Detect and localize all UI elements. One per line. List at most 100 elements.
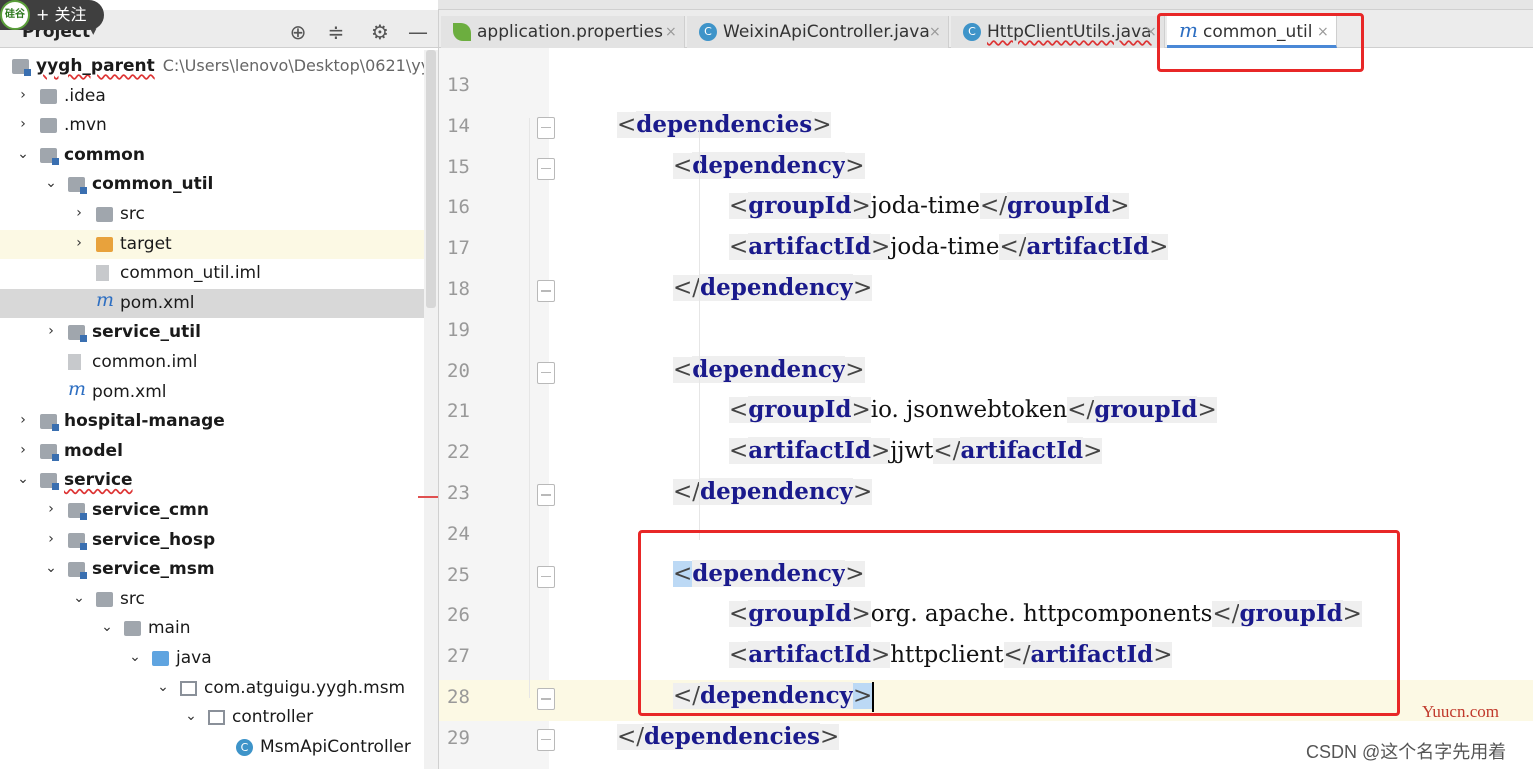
close-icon[interactable]: × bbox=[929, 16, 941, 48]
chevron-right-icon[interactable]: › bbox=[72, 235, 86, 251]
tree-item[interactable]: › hospital-manage bbox=[0, 407, 438, 436]
tree-item-label: service_hosp bbox=[92, 529, 216, 550]
editor-tab[interactable]: C HttpClientUtils.java × bbox=[951, 16, 1165, 48]
tree-item-label: controller bbox=[232, 707, 314, 728]
tree-item[interactable]: ⌄ com.atguigu.yygh.msm bbox=[0, 674, 438, 703]
project-scrollbar-thumb[interactable] bbox=[426, 50, 436, 308]
code-line: <artifactId>joda-time</artifactId> bbox=[729, 233, 1169, 261]
class-icon: C bbox=[236, 738, 253, 756]
tree-item[interactable]: ⌄ common bbox=[0, 141, 438, 170]
folder-icon bbox=[96, 207, 113, 222]
code-line: <dependency> bbox=[673, 151, 865, 179]
fold-marker-icon[interactable] bbox=[537, 361, 555, 384]
tree-item-label: common_util.iml bbox=[120, 263, 261, 284]
line-number: 20 bbox=[447, 359, 470, 382]
editor-tab[interactable]: application.properties × bbox=[441, 16, 685, 48]
annotation-box-dependency bbox=[638, 530, 1400, 716]
class-icon: C bbox=[963, 23, 981, 41]
tree-item[interactable]: ⌄ src bbox=[0, 585, 438, 614]
tree-item[interactable]: common.iml bbox=[0, 348, 438, 377]
tree-item[interactable]: › src bbox=[0, 200, 438, 229]
tree-item-label: common.iml bbox=[92, 352, 198, 372]
tree-item[interactable]: ⌄ main bbox=[0, 614, 438, 643]
code-line: </dependency> bbox=[673, 478, 873, 505]
collapse-all-icon[interactable]: ≑ bbox=[324, 20, 348, 44]
fold-marker-icon[interactable] bbox=[537, 116, 555, 139]
tree-item-label: service_util bbox=[92, 322, 201, 343]
line-number: 23 bbox=[447, 482, 470, 504]
tree-item[interactable]: › target bbox=[0, 229, 438, 259]
indent-guide bbox=[529, 118, 530, 698]
locate-icon[interactable]: ⊕ bbox=[286, 20, 310, 44]
chevron-right-icon[interactable]: › bbox=[16, 442, 30, 458]
hide-panel-icon[interactable]: — bbox=[406, 20, 430, 44]
tree-item[interactable]: C MsmApiController bbox=[0, 733, 438, 762]
line-number: 14 bbox=[447, 114, 470, 137]
module-folder-icon bbox=[68, 503, 87, 520]
chevron-right-icon[interactable]: › bbox=[44, 501, 58, 517]
code-line: <artifactId>jjwt</artifactId> bbox=[729, 437, 1103, 465]
folder-icon bbox=[96, 591, 113, 607]
tree-item[interactable]: ⌄ controller bbox=[0, 703, 438, 732]
chevron-right-icon[interactable]: › bbox=[44, 323, 58, 339]
uploader-avatar[interactable]: 硅谷 bbox=[0, 0, 30, 30]
chevron-down-icon[interactable]: ⌄ bbox=[184, 708, 198, 724]
site-watermark: Yuucn.com bbox=[1422, 702, 1499, 721]
line-number: 29 bbox=[447, 726, 470, 749]
tree-item[interactable]: common_util.iml bbox=[0, 259, 438, 288]
tree-item-label: com.atguigu.yygh.msm bbox=[204, 677, 406, 698]
gear-icon[interactable]: ⚙ bbox=[368, 20, 392, 44]
editor-tab[interactable]: C WeixinApiController.java × bbox=[687, 16, 949, 48]
chevron-down-icon[interactable]: ⌄ bbox=[72, 590, 86, 606]
tree-item[interactable]: ⌄ service_msm bbox=[0, 555, 438, 584]
tree-item-label: main bbox=[148, 618, 191, 639]
code-line: <groupId>io. jsonwebtoken</groupId> bbox=[729, 396, 1217, 424]
chevron-down-icon[interactable]: ⌄ bbox=[44, 175, 58, 191]
module-folder-icon bbox=[40, 443, 59, 461]
tree-item[interactable]: ⌄ common_util bbox=[0, 170, 438, 199]
tree-item[interactable]: m pom.xml bbox=[0, 288, 438, 318]
chevron-down-icon[interactable]: ⌄ bbox=[128, 649, 142, 665]
fold-marker-icon[interactable] bbox=[537, 484, 555, 506]
chevron-down-icon[interactable]: ⌄ bbox=[100, 619, 114, 635]
line-number: 28 bbox=[447, 686, 470, 708]
chevron-down-icon[interactable]: ⌄ bbox=[16, 471, 30, 487]
code-line: <dependency> bbox=[673, 355, 865, 383]
tree-item[interactable]: m pom.xml bbox=[0, 378, 438, 407]
chevron-right-icon[interactable]: › bbox=[16, 412, 30, 428]
tree-item[interactable]: › .idea bbox=[0, 82, 438, 111]
editor-tab-bar: application.properties × C WeixinApiControl… bbox=[439, 10, 1533, 48]
close-icon[interactable]: × bbox=[1145, 16, 1157, 48]
module-folder-icon bbox=[40, 147, 59, 165]
chevron-down-icon[interactable]: ⌄ bbox=[156, 679, 170, 695]
fold-marker-icon[interactable] bbox=[537, 688, 555, 710]
fold-marker-icon[interactable] bbox=[537, 280, 555, 302]
tree-item[interactable]: › service_hosp bbox=[0, 526, 438, 555]
chevron-down-icon[interactable]: ⌄ bbox=[16, 146, 30, 162]
chevron-right-icon[interactable]: › bbox=[16, 87, 30, 103]
line-number: 26 bbox=[447, 604, 470, 627]
package-icon bbox=[180, 680, 197, 696]
fold-marker-icon[interactable] bbox=[537, 157, 555, 180]
package-icon bbox=[208, 710, 225, 726]
editor-tab-label: application.properties bbox=[477, 22, 663, 42]
fold-marker-icon[interactable] bbox=[537, 565, 555, 588]
chevron-right-icon[interactable]: › bbox=[16, 116, 30, 132]
line-number: 18 bbox=[447, 278, 470, 300]
tree-item[interactable]: ⌄ java bbox=[0, 644, 438, 673]
tree-item[interactable]: › service_cmn bbox=[0, 496, 438, 525]
tree-item-label: yygh_parent C:\Users\lenovo\Desktop\0621\… bbox=[36, 56, 441, 76]
tree-item[interactable]: › service_util bbox=[0, 318, 438, 347]
tree-item[interactable]: yygh_parent C:\Users\lenovo\Desktop\0621\… bbox=[0, 52, 441, 81]
project-path: C:\Users\lenovo\Desktop\0621\yyg bbox=[162, 56, 441, 75]
chevron-down-icon[interactable]: ⌄ bbox=[44, 560, 58, 576]
code-line: <groupId>joda-time</groupId> bbox=[729, 192, 1130, 220]
chevron-right-icon[interactable]: › bbox=[72, 205, 86, 221]
class-icon: C bbox=[699, 23, 717, 41]
chevron-right-icon[interactable]: › bbox=[44, 531, 58, 547]
tree-item[interactable]: › model bbox=[0, 437, 438, 466]
fold-marker-icon[interactable] bbox=[537, 728, 555, 751]
close-icon[interactable]: × bbox=[665, 16, 677, 48]
tree-item[interactable]: › .mvn bbox=[0, 111, 438, 140]
tree-item[interactable]: ⌄ service bbox=[0, 466, 438, 495]
